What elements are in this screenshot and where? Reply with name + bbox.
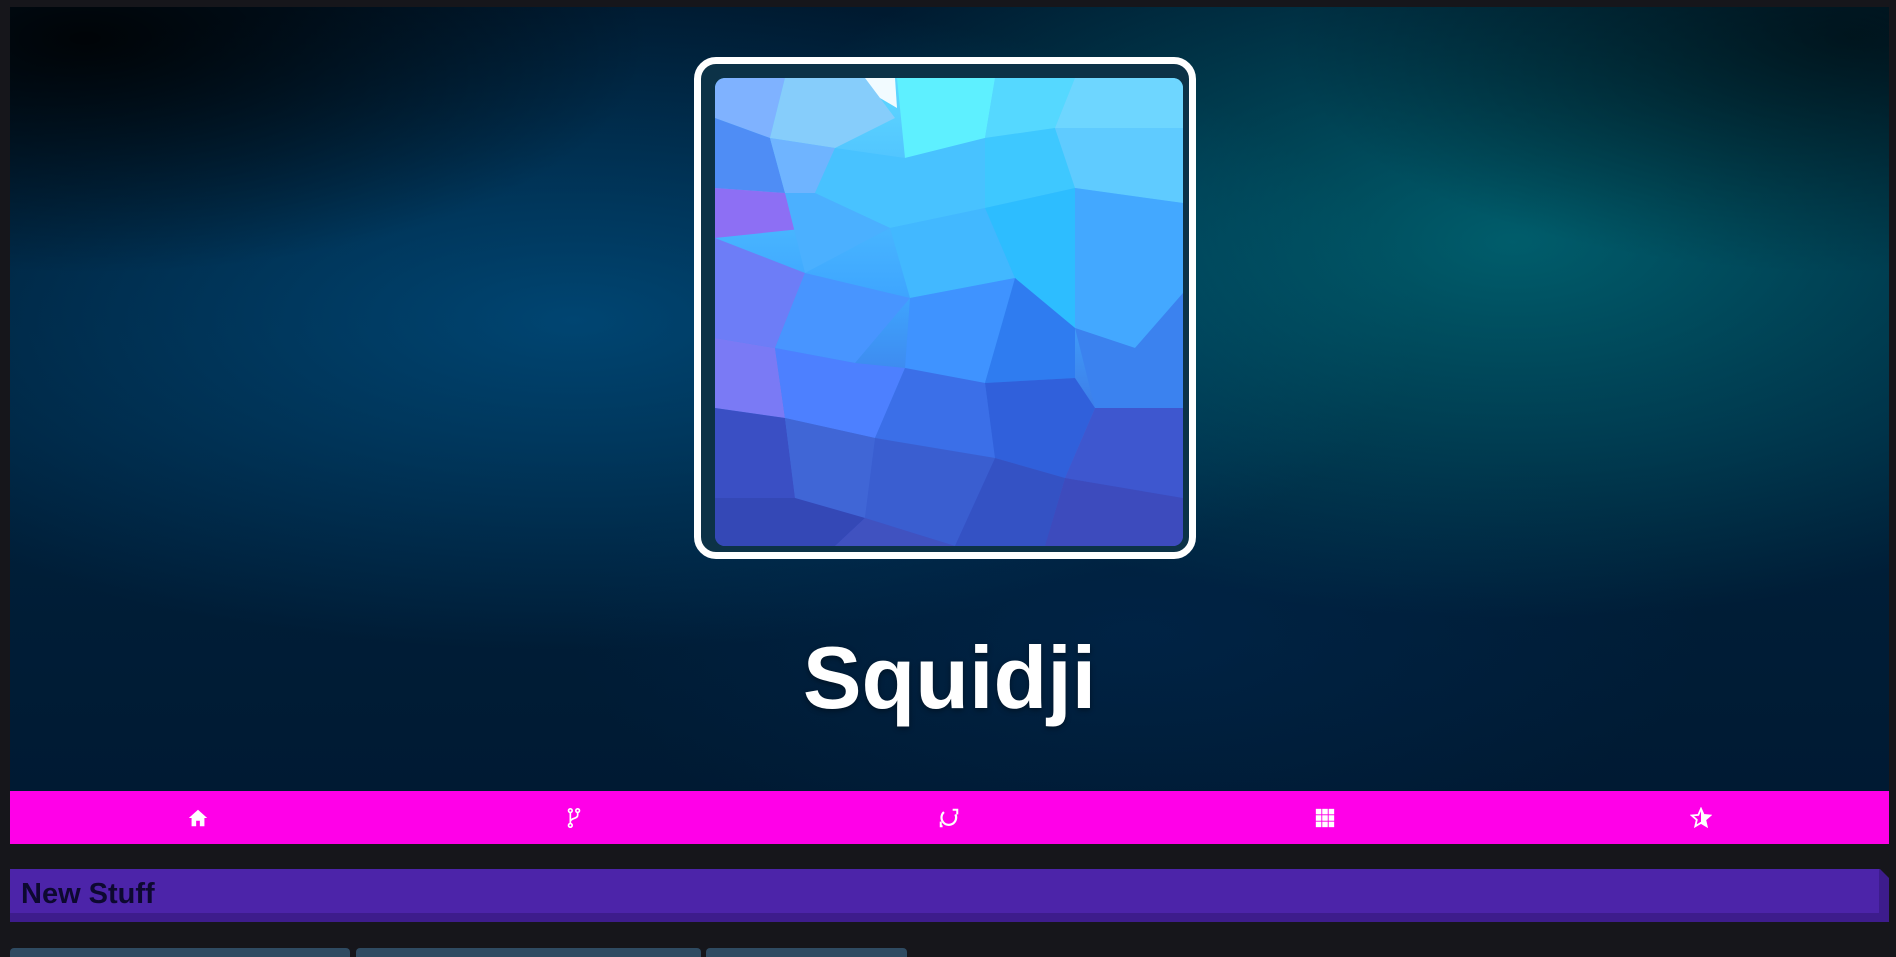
app-root: Squidji New Stuff [0, 0, 1896, 957]
nav-item-sync[interactable] [762, 791, 1138, 844]
content-card[interactable] [356, 948, 701, 957]
content-cards-row [10, 948, 1889, 957]
nav-item-home[interactable] [10, 791, 386, 844]
home-icon [188, 809, 208, 826]
nav-item-branches[interactable] [386, 791, 762, 844]
nav-item-apps[interactable] [1137, 791, 1513, 844]
section-header: New Stuff [10, 868, 1889, 922]
profile-hero-banner: Squidji [10, 7, 1889, 791]
profile-avatar[interactable] [694, 57, 1196, 559]
grid-icon [1316, 808, 1335, 827]
content-card[interactable] [10, 948, 350, 957]
profile-nav-bar [10, 791, 1889, 844]
content-card[interactable] [706, 948, 907, 957]
sync-icon [940, 808, 959, 827]
nav-item-favorites[interactable] [1513, 791, 1889, 844]
star-icon [1690, 806, 1713, 828]
profile-name: Squidji [802, 628, 1097, 727]
section-title: New Stuff [21, 878, 155, 910]
low-poly-avatar-image [715, 78, 1183, 546]
branch-icon [567, 807, 581, 828]
